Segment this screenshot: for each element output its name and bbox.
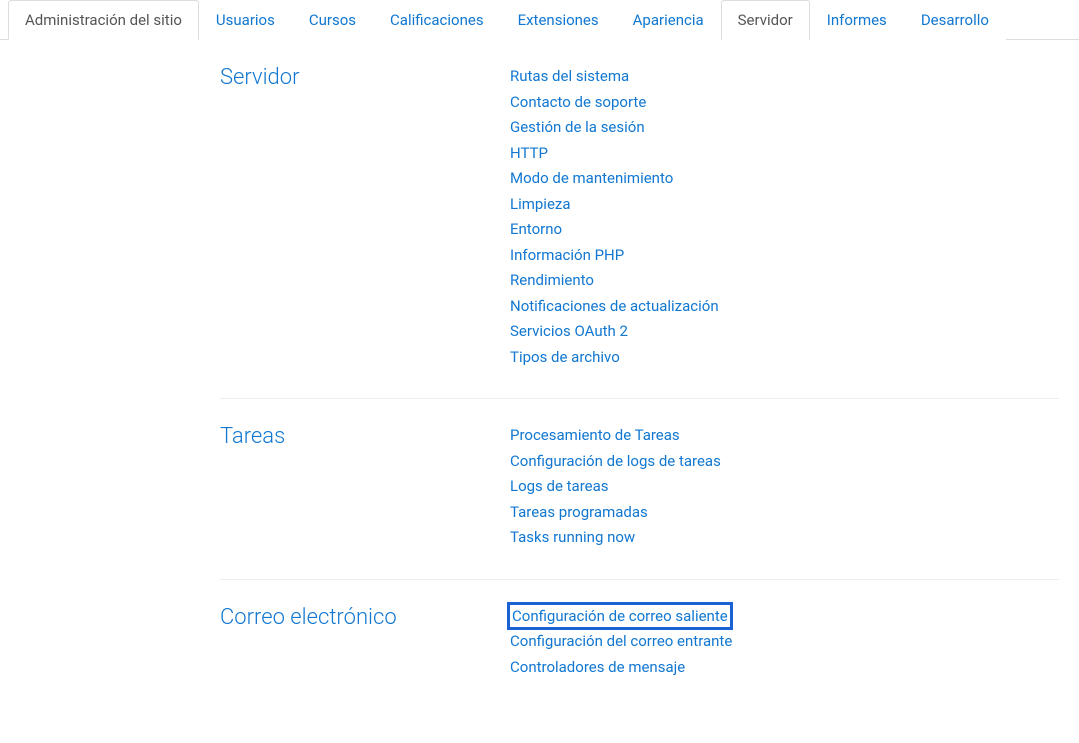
link-scheduled-tasks[interactable]: Tareas programadas [510,501,648,524]
admin-tabs: Administración del sitio Usuarios Cursos… [0,0,1079,40]
section-title: Tareas [220,424,510,549]
tab-grades[interactable]: Calificaciones [373,0,501,40]
link-update-notifications[interactable]: Notificaciones de actualización [510,295,719,318]
link-message-handlers[interactable]: Controladores de mensaje [510,656,685,679]
link-http[interactable]: HTTP [510,142,548,165]
link-system-paths[interactable]: Rutas del sistema [510,65,629,88]
tab-server[interactable]: Servidor [721,0,810,40]
tab-development[interactable]: Desarrollo [904,0,1006,40]
link-session-handling[interactable]: Gestión de la sesión [510,116,645,139]
tab-courses[interactable]: Cursos [292,0,373,40]
section-title: Correo electrónico [220,605,510,679]
tab-appearance[interactable]: Apariencia [616,0,721,40]
link-file-types[interactable]: Tipos de archivo [510,346,620,369]
settings-content: Servidor Rutas del sistema Contacto de s… [0,40,1079,743]
link-incoming-mail-config[interactable]: Configuración del correo entrante [510,630,732,653]
section-links: Procesamiento de Tareas Configuración de… [510,424,721,549]
link-task-processing[interactable]: Procesamiento de Tareas [510,424,680,447]
section-email: Correo electrónico Configuración de corr… [220,605,1059,709]
tab-reports[interactable]: Informes [810,0,904,40]
section-links: Rutas del sistema Contacto de soporte Ge… [510,65,719,368]
section-servidor: Servidor Rutas del sistema Contacto de s… [220,65,1059,399]
link-oauth2-services[interactable]: Servicios OAuth 2 [510,320,628,343]
section-title: Servidor [220,65,510,368]
tab-users[interactable]: Usuarios [199,0,292,40]
link-environment[interactable]: Entorno [510,218,562,241]
link-tasks-running[interactable]: Tasks running now [510,526,635,549]
section-tareas: Tareas Procesamiento de Tareas Configura… [220,424,1059,580]
link-outgoing-mail-config[interactable]: Configuración de correo saliente [510,605,730,628]
link-support-contact[interactable]: Contacto de soporte [510,91,646,114]
link-performance[interactable]: Rendimiento [510,269,594,292]
link-maintenance-mode[interactable]: Modo de mantenimiento [510,167,673,190]
link-task-log-config[interactable]: Configuración de logs de tareas [510,450,721,473]
link-cleanup[interactable]: Limpieza [510,193,571,216]
tab-plugins[interactable]: Extensiones [501,0,616,40]
link-task-logs[interactable]: Logs de tareas [510,475,609,498]
section-links: Configuración de correo saliente Configu… [510,605,732,679]
tab-site-admin[interactable]: Administración del sitio [8,0,199,40]
link-php-info[interactable]: Información PHP [510,244,624,267]
